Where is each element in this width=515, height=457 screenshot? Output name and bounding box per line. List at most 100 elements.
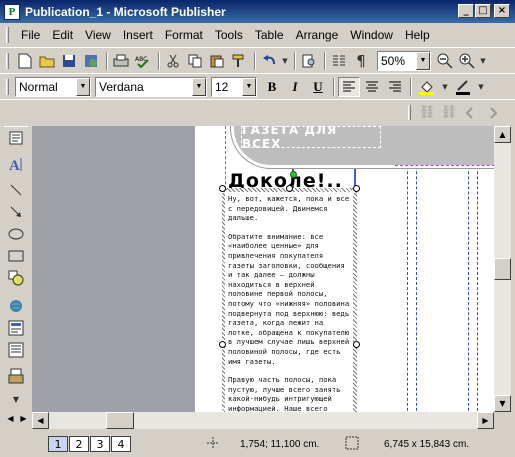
spelling-icon[interactable]: ABC <box>133 51 153 71</box>
bold-button[interactable]: B <box>261 77 283 97</box>
web-design-gallery-icon[interactable] <box>4 295 28 317</box>
fill-color-icon[interactable] <box>415 77 439 97</box>
underline-button[interactable]: U <box>307 77 329 97</box>
menu-edit[interactable]: Edit <box>46 28 79 42</box>
new-icon[interactable] <box>15 51 35 71</box>
font-select[interactable]: Verdana ▼ <box>95 76 207 97</box>
zoom-out-icon[interactable] <box>435 51 455 71</box>
chevron-down-icon[interactable]: ▼ <box>76 77 90 96</box>
text-frame[interactable]: Ну, вот, кажется, пока и все с передовиц… <box>225 192 353 412</box>
vertical-scrollbar[interactable]: ▲ ▼ <box>494 126 511 412</box>
page-tab-4[interactable]: 4 <box>111 436 131 452</box>
scroll-up-icon[interactable]: ▲ <box>494 126 511 143</box>
chevron-down-icon[interactable]: ▼ <box>192 77 206 96</box>
body-paragraph: Обратите внимание: все «наиболее ценные»… <box>228 231 350 366</box>
align-center-button[interactable] <box>361 77 383 97</box>
print-preview-icon[interactable] <box>299 51 319 71</box>
minimize-button[interactable]: _ <box>458 4 474 18</box>
objects-toolbar: A ▼ <box>4 126 28 416</box>
masthead-title[interactable]: ГАЗЕТА ДЛЯ ВСЕХ <box>241 126 381 151</box>
format-painter-icon[interactable] <box>229 51 249 71</box>
scroll-right-icon[interactable]: ▶ <box>477 412 494 429</box>
italic-button[interactable]: I <box>284 77 306 97</box>
body-paragraph: Правую часть полосы, пока пустую, лучше … <box>228 375 341 412</box>
menu-format[interactable]: Format <box>159 28 209 42</box>
rectangle-tool-icon[interactable] <box>4 245 28 267</box>
style-select[interactable]: Normal ▼ <box>15 76 91 97</box>
zoom-in-icon[interactable] <box>457 51 477 71</box>
page-tab-2[interactable]: 2 <box>69 436 89 452</box>
formatting-toolbar: Normal ▼ Verdana ▼ 12 ▼ B I U ▼ ▼ <box>0 73 515 99</box>
toolbar-separator <box>106 51 108 70</box>
resize-handle[interactable] <box>353 185 360 192</box>
menu-help[interactable]: Help <box>399 28 436 42</box>
style-value: Normal <box>19 79 58 94</box>
save-icon[interactable] <box>59 51 79 71</box>
text-box-icon[interactable]: A <box>4 153 28 175</box>
cut-icon[interactable] <box>163 51 183 71</box>
open-icon[interactable] <box>37 51 57 71</box>
toolbar-grip[interactable] <box>6 78 9 95</box>
close-button[interactable]: × <box>494 4 510 18</box>
menu-insert[interactable]: Insert <box>117 28 159 42</box>
print-icon[interactable] <box>111 51 131 71</box>
pointer-icon[interactable] <box>4 127 28 149</box>
pilcrow-icon[interactable]: ¶ <box>351 51 371 71</box>
column-guide <box>416 126 417 412</box>
page-tab-3[interactable]: 3 <box>90 436 110 452</box>
scroll-down-icon[interactable]: ▼ <box>494 395 511 412</box>
menu-table[interactable]: Table <box>249 28 290 42</box>
more-buttons-icon[interactable]: ▼ <box>4 393 28 405</box>
page-navigator: 1 2 3 4 <box>48 436 132 452</box>
horizontal-scroll-thumb[interactable] <box>106 412 134 429</box>
menu-view[interactable]: View <box>79 28 117 42</box>
align-right-button[interactable] <box>384 77 406 97</box>
oval-tool-icon[interactable] <box>4 223 28 245</box>
columns-icon[interactable] <box>329 51 349 71</box>
resize-handle[interactable] <box>219 185 226 192</box>
menu-window[interactable]: Window <box>344 28 399 42</box>
vertical-scroll-thumb[interactable] <box>494 258 511 280</box>
chevron-down-icon[interactable]: ▼ <box>242 77 256 96</box>
form-control-icon[interactable] <box>4 317 28 339</box>
line-color-icon[interactable] <box>451 77 475 97</box>
design-gallery-icon[interactable] <box>4 365 28 387</box>
publisher-app-icon[interactable]: P <box>4 3 20 20</box>
left-toolbar-scroll[interactable]: ◀ ▶ <box>4 414 30 428</box>
line-dropdown-icon[interactable]: ▼ <box>477 77 485 97</box>
undo-icon[interactable] <box>259 51 279 71</box>
font-size-select[interactable]: 12 ▼ <box>211 76 257 97</box>
resize-handle[interactable] <box>353 341 360 348</box>
save-web-icon[interactable] <box>81 51 101 71</box>
rotate-handle[interactable] <box>290 171 297 178</box>
toolbar-separator <box>158 51 160 70</box>
menu-arrange[interactable]: Arrange <box>290 28 345 42</box>
arrow-tool-icon[interactable] <box>4 201 28 223</box>
copy-icon[interactable] <box>185 51 205 71</box>
paste-icon[interactable] <box>207 51 227 71</box>
fill-dropdown-icon[interactable]: ▼ <box>441 77 449 97</box>
page-tab-1[interactable]: 1 <box>48 436 68 452</box>
toolbar-options-icon[interactable]: ▼ <box>479 51 487 71</box>
column-guide <box>407 126 408 412</box>
menubar-grip[interactable] <box>6 27 9 43</box>
align-left-button[interactable] <box>338 76 360 97</box>
toolbar-grip[interactable] <box>408 104 411 121</box>
html-code-icon[interactable] <box>4 339 28 361</box>
autoshapes-icon[interactable] <box>4 267 28 289</box>
resize-handle[interactable] <box>219 341 226 348</box>
undo-dropdown-icon[interactable]: ▼ <box>281 51 289 71</box>
toolbar-grip[interactable] <box>6 52 9 69</box>
chevron-down-icon[interactable]: ▼ <box>416 51 430 70</box>
title-bar[interactable]: P Publication_1 - Microsoft Publisher _ … <box>0 0 515 23</box>
maximize-button[interactable]: □ <box>475 4 491 18</box>
horizontal-scrollbar[interactable]: ◀ ▶ <box>32 412 494 429</box>
zoom-select[interactable]: 50% ▼ <box>377 50 431 71</box>
scroll-left-icon[interactable]: ◀ <box>32 412 49 429</box>
menu-file[interactable]: File <box>15 28 46 42</box>
resize-handle[interactable] <box>286 185 293 192</box>
menu-tools[interactable]: Tools <box>209 28 249 42</box>
line-tool-icon[interactable] <box>4 179 28 201</box>
toolbar-separator <box>333 77 335 96</box>
svg-text:A: A <box>9 158 20 172</box>
